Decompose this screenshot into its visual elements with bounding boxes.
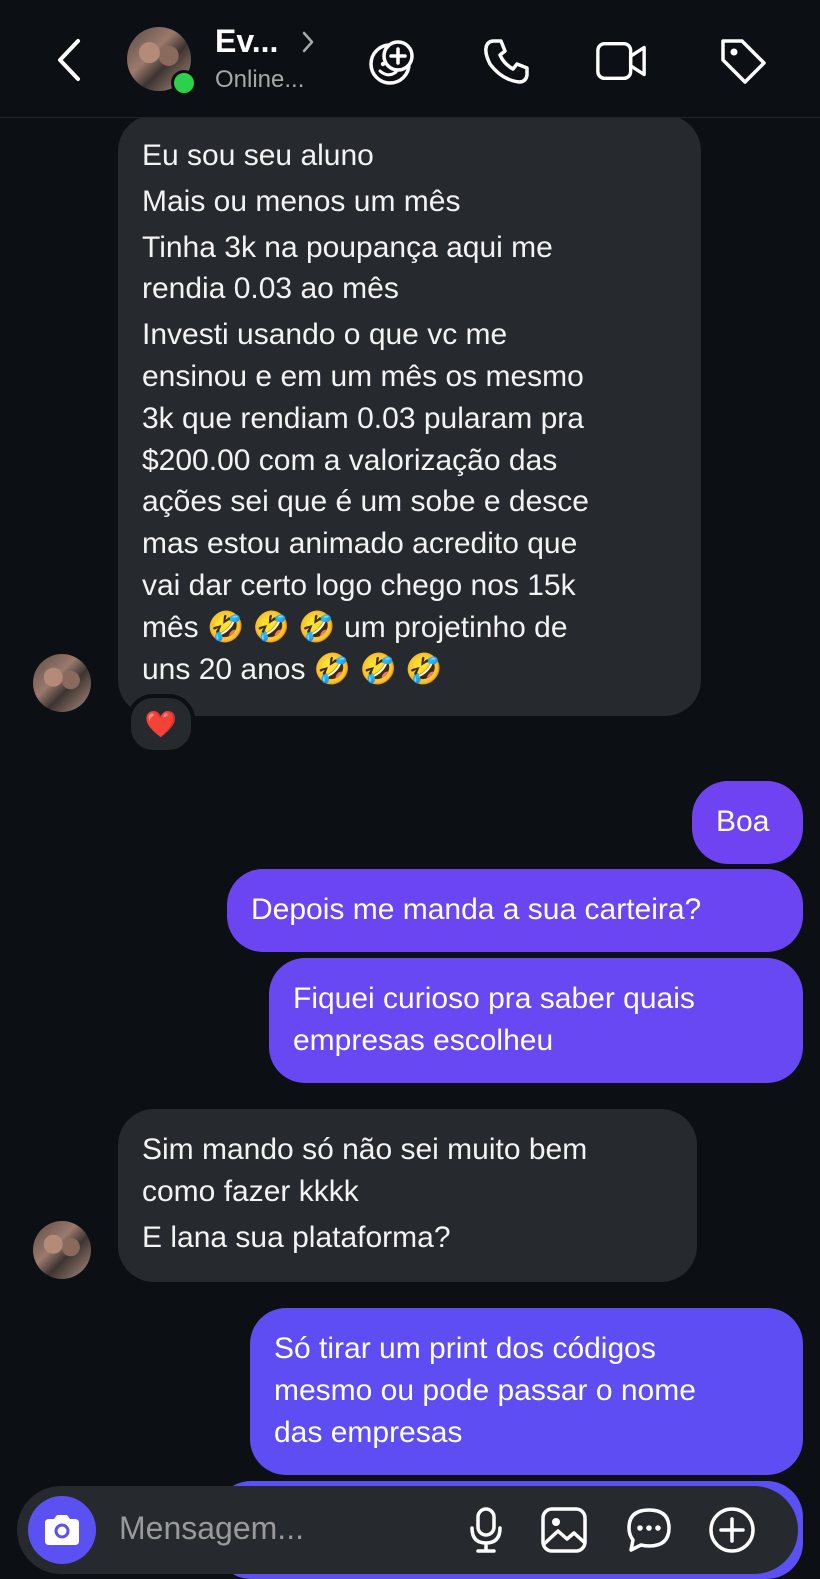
online-indicator <box>171 70 197 96</box>
tag-icon <box>721 39 766 84</box>
sender-avatar[interactable] <box>33 1221 91 1279</box>
message-line: Eu sou seu aluno <box>142 139 374 172</box>
incoming-message-bubble[interactable]: Sim mando só não sei muito bem como faze… <box>118 1109 697 1282</box>
camera-icon <box>45 1515 79 1545</box>
effects-icon <box>369 40 414 85</box>
message-line: mesmo ou pode passar o nome <box>274 1373 696 1407</box>
message-line: E lana sua plataforma? <box>142 1220 451 1254</box>
chat-header: Ev... Online... <box>0 0 820 118</box>
message-line: Tinha 3k na poupança aqui me <box>142 230 553 264</box>
message-line: ensinou e em um mês os mesmo <box>142 359 584 393</box>
message-line: empresas escolheu <box>293 1023 554 1057</box>
outgoing-message-bubble[interactable]: Fiquei curioso pra saber quais empresas … <box>269 958 803 1083</box>
add-icon <box>709 1507 755 1553</box>
outgoing-message-bubble[interactable]: Só tirar um print dos códigos mesmo ou p… <box>250 1308 803 1475</box>
message-line: das empresas <box>274 1415 463 1449</box>
camera-button[interactable] <box>28 1496 96 1564</box>
back-arrow-icon <box>58 39 80 81</box>
message-line: Sim mando só não sei muito bem <box>142 1133 588 1166</box>
add-button[interactable] <box>706 1504 758 1556</box>
message-input[interactable]: Mensagem... <box>119 1510 304 1547</box>
sticker-icon <box>627 1508 671 1552</box>
heart-icon: ❤️ <box>144 708 178 739</box>
back-button[interactable] <box>44 30 94 90</box>
tag-button[interactable] <box>716 34 770 88</box>
gallery-icon <box>541 1507 587 1553</box>
message-line: Depois me manda a sua carteira? <box>251 893 702 926</box>
message-line: rendia 0.03 ao mês <box>142 272 399 306</box>
effects-button[interactable] <box>366 34 420 88</box>
chevron-right-icon <box>302 31 314 53</box>
message-line: como fazer kkkk <box>142 1174 359 1208</box>
contact-name[interactable]: Ev... <box>215 23 278 60</box>
sender-avatar[interactable] <box>33 654 91 712</box>
message-line: mas estou animado acredito que <box>142 527 578 561</box>
message-line: Investi usando o que vc me <box>142 318 508 352</box>
video-call-button[interactable] <box>594 34 648 88</box>
message-line: ações sei que é um sobe e desce <box>142 485 589 519</box>
gallery-button[interactable] <box>538 1504 590 1556</box>
contact-status: Online... <box>215 66 305 93</box>
outgoing-message-bubble[interactable]: Boa <box>692 781 803 864</box>
video-icon <box>596 41 646 81</box>
message-line: 3k que rendiam 0.03 pularam pra <box>142 401 584 435</box>
message-line: $200.00 com a valorização das <box>142 443 558 477</box>
voice-call-button[interactable] <box>480 34 534 88</box>
voice-message-button[interactable] <box>460 1504 512 1556</box>
message-line: Mais ou menos um mês <box>142 184 461 218</box>
message-composer: Mensagem... <box>17 1486 798 1574</box>
microphone-icon <box>470 1507 502 1553</box>
phone-icon <box>484 39 529 84</box>
message-line: Fiquei curioso pra saber quais <box>293 982 695 1015</box>
message-line: Só tirar um print dos códigos <box>274 1332 656 1365</box>
message-line: uns 20 anos 🤣 🤣 🤣 <box>142 652 443 686</box>
heart-reaction[interactable]: ❤️ <box>127 694 195 754</box>
message-line: vai dar certo logo chego nos 15k <box>142 568 576 602</box>
message-line: Boa <box>716 805 770 838</box>
message-line: mês 🤣 🤣 🤣 um projetinho de <box>142 610 568 644</box>
incoming-message-bubble[interactable]: Eu sou seu aluno Mais ou menos um mês Ti… <box>118 115 701 716</box>
sticker-button[interactable] <box>623 1504 675 1556</box>
outgoing-message-bubble[interactable]: Depois me manda a sua carteira? <box>227 869 803 952</box>
